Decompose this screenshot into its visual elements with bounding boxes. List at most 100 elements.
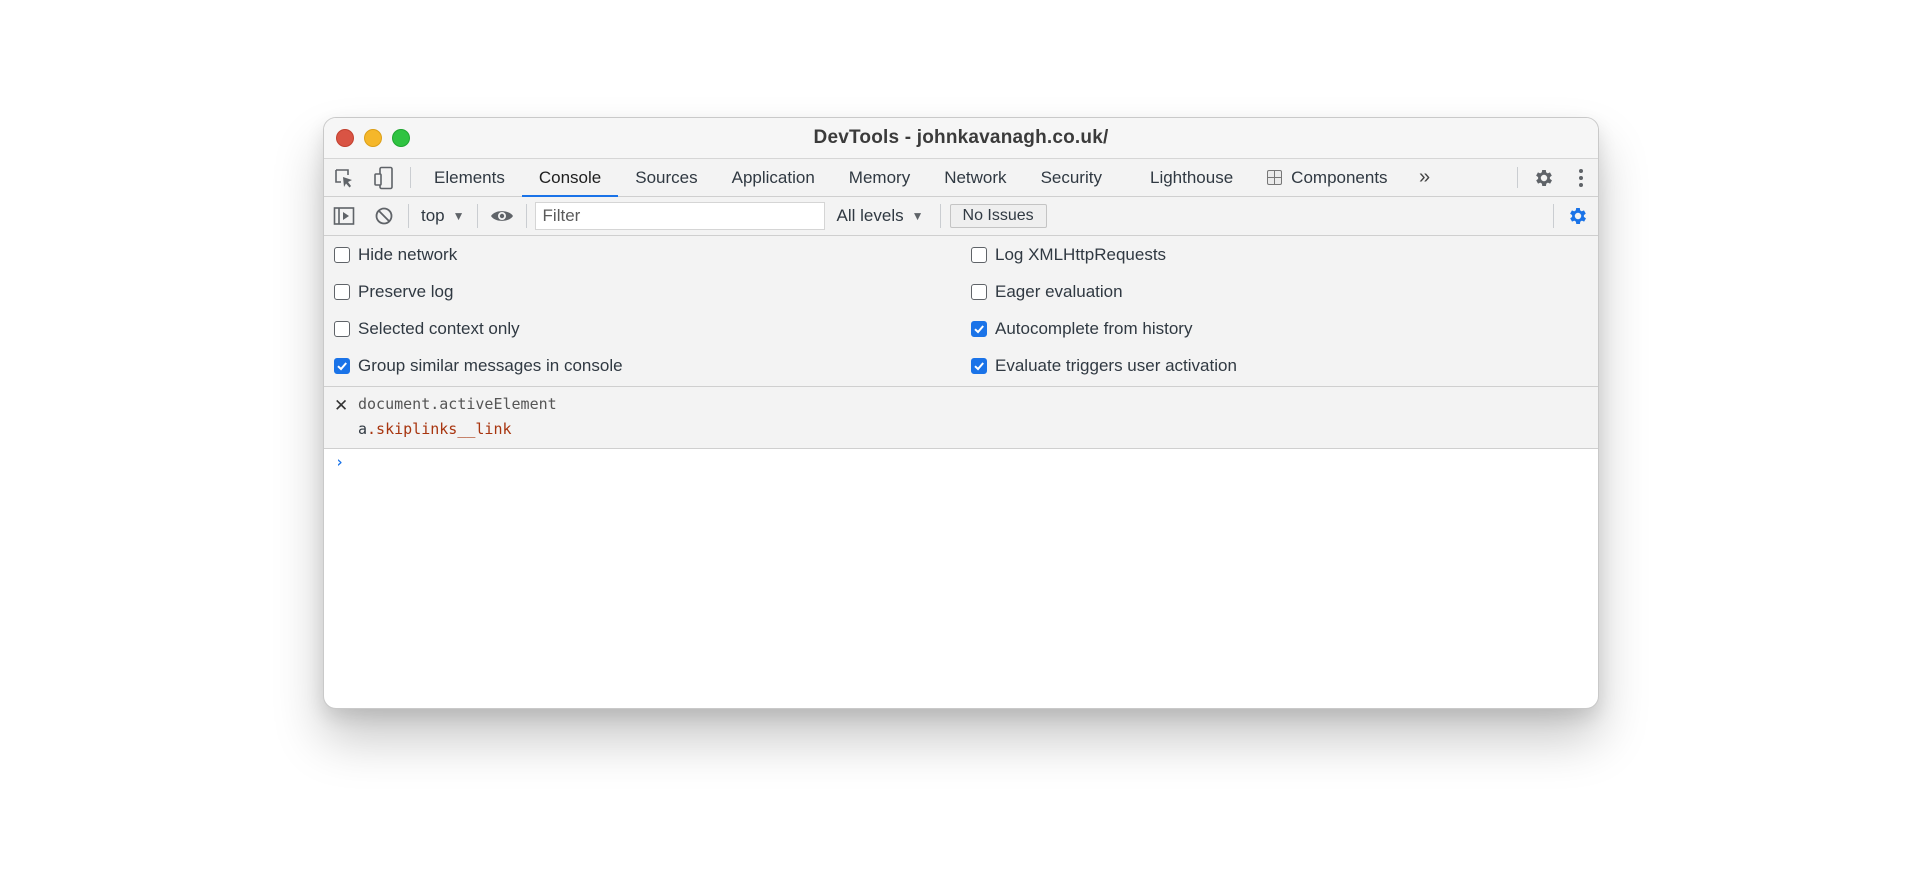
divider [1553,204,1554,228]
tab-network[interactable]: Network [927,159,1023,196]
prompt-chevron-icon: › [335,453,345,471]
tab-label: Sources [635,167,698,187]
customize-menu-button[interactable] [1564,159,1598,196]
setting-label: Hide network [358,244,458,264]
console-result[interactable]: a.skiplinks__link [358,420,512,438]
live-expression-button[interactable] [482,197,522,235]
setting-label: Autocomplete from history [995,318,1193,338]
checkbox-checked[interactable] [971,320,987,337]
checkbox[interactable] [334,246,350,263]
setting-selected-context-only[interactable]: Selected context only [334,310,623,347]
console-settings-button[interactable] [1558,197,1598,235]
log-levels-dropdown[interactable]: All levels ▼ [825,206,936,226]
setting-label: Selected context only [358,318,520,338]
tab-elements[interactable]: Elements [417,159,522,196]
setting-hide-network[interactable]: Hide network [334,236,623,273]
divider [1517,167,1518,188]
setting-eager-evaluation[interactable]: Eager evaluation [971,273,1237,310]
tab-label: Security [1040,167,1102,187]
setting-label: Log XMLHttpRequests [995,244,1167,264]
tab-label: Application [731,167,815,187]
divider [525,204,527,228]
devtools-window: DevTools - johnkavanagh.co.uk/ Elements … [323,117,1599,709]
setting-label: Preserve log [358,281,454,301]
checkmark-icon [974,361,984,370]
checkbox-checked[interactable] [971,357,987,374]
tab-label: Components [1291,167,1388,187]
setting-evaluate-triggers[interactable]: Evaluate triggers user activation [971,347,1237,384]
checkmark-icon [974,324,984,333]
checkbox-checked[interactable] [334,357,350,374]
checkbox[interactable] [971,246,987,263]
close-icon[interactable]: ✕ [334,396,348,416]
clear-console-button[interactable] [364,197,404,235]
tab-lighthouse[interactable]: Lighthouse [1133,159,1250,196]
filter-input[interactable] [534,202,825,230]
divider [476,204,478,228]
toggle-sidebar-button[interactable] [324,197,364,235]
settings-button[interactable] [1524,159,1564,196]
zoom-window-button[interactable] [392,129,410,147]
settings-column-left: Hide network Preserve log Selected conte… [334,236,623,384]
components-icon [1267,170,1283,185]
console-prompt[interactable]: › [324,449,1598,475]
setting-group-similar[interactable]: Group similar messages in console [334,347,623,384]
setting-label: Eager evaluation [995,281,1123,301]
console-toolbar: top ▼ All levels ▼ No Issues [324,197,1598,236]
result-tag: a [358,420,368,438]
tab-security[interactable]: Security [1024,159,1119,196]
divider [410,167,411,188]
checkbox[interactable] [334,320,350,337]
setting-preserve-log[interactable]: Preserve log [334,273,623,310]
gear-icon [1570,208,1586,224]
console-command: document.activeElement [358,395,557,413]
tab-label: Memory [848,167,911,187]
setting-autocomplete-history[interactable]: Autocomplete from history [971,310,1237,347]
tab-sources[interactable]: Sources [618,159,714,196]
eye-icon [490,211,513,221]
clear-block-icon [375,207,393,225]
tab-components[interactable]: Components [1250,159,1404,196]
double-chevron-right-icon: » [1419,166,1431,188]
setting-log-xhr[interactable]: Log XMLHttpRequests [971,236,1237,273]
caret-down-icon: ▼ [452,209,465,223]
sidebar-toggle-icon [333,207,355,225]
device-mode-icon [374,166,393,189]
gear-icon [1536,169,1552,186]
divider [939,204,941,228]
panel-tab-bar: Elements Console Sources Application Mem… [324,159,1598,197]
tab-label: Elements [434,167,505,187]
device-toolbar-button[interactable] [364,159,404,196]
tab-label: Console [538,167,602,187]
toolbar-right [1549,197,1598,235]
checkbox[interactable] [334,283,350,300]
context-selector[interactable]: top ▼ [413,206,473,226]
inspect-cursor-icon [335,168,352,187]
tab-label: Lighthouse [1149,167,1234,187]
minimize-window-button[interactable] [364,129,382,147]
inspect-element-button[interactable] [324,159,364,196]
kebab-menu-icon [1579,168,1583,187]
issues-button[interactable]: No Issues [949,204,1047,228]
tab-memory[interactable]: Memory [832,159,927,196]
title-bar: DevTools - johnkavanagh.co.uk/ [324,118,1598,159]
checkmark-icon [337,361,347,370]
context-value: top [421,206,445,225]
console-settings-panel: Hide network Preserve log Selected conte… [324,236,1598,387]
close-window-button[interactable] [336,129,354,147]
settings-column-right: Log XMLHttpRequests Eager evaluation Aut… [971,236,1237,384]
setting-label: Evaluate triggers user activation [995,355,1237,375]
levels-value: All levels [836,206,904,225]
result-class: .skiplinks__link [367,420,512,438]
console-entry: ✕ document.activeElement a.skiplinks__li… [324,387,1598,449]
divider [408,204,409,228]
tab-console[interactable]: Console [521,159,619,197]
checkbox[interactable] [971,283,987,300]
setting-label: Group similar messages in console [358,355,623,375]
tabbar-right-tools [1511,159,1598,196]
window-title: DevTools - johnkavanagh.co.uk/ [813,127,1109,148]
tab-application[interactable]: Application [715,159,832,196]
more-tabs-button[interactable]: » [1405,159,1445,196]
caret-down-icon: ▼ [911,209,924,223]
window-controls [336,129,410,147]
